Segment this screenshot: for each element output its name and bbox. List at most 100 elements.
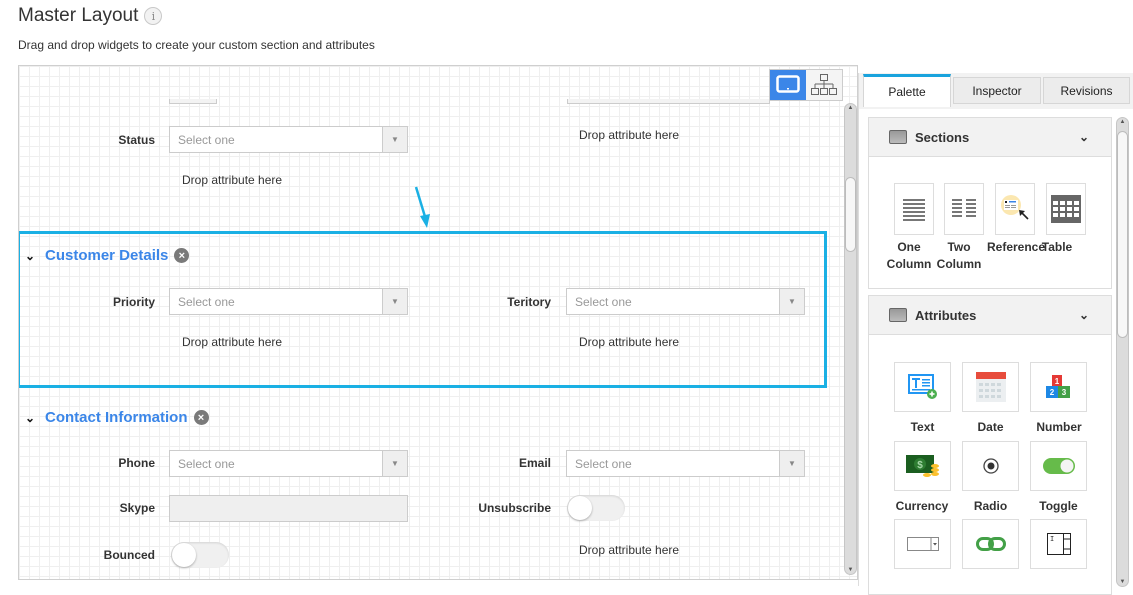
svg-text:$: $	[917, 460, 923, 471]
group-body-sections: One Column Two Column Reference Table	[868, 157, 1112, 289]
text-area-icon: I	[1046, 533, 1071, 555]
group-title: Sections	[915, 129, 970, 145]
page-subtitle: Drag and drop widgets to create your cus…	[18, 38, 375, 52]
palette-item-label: Text	[910, 420, 935, 434]
dropdown-icon	[906, 537, 939, 551]
group-header-attributes[interactable]: Attributes ⌄	[868, 295, 1112, 335]
palette-item-two-column[interactable]	[944, 183, 984, 235]
partial-field-right	[567, 99, 770, 104]
palette-scrollbar[interactable]: ▲ ▼	[1116, 117, 1129, 587]
field-label-teritory: Teritory	[507, 295, 551, 309]
phone-select-placeholder: Select one	[178, 456, 235, 471]
palette-item-number[interactable]: 123	[1030, 362, 1087, 412]
drop-zone-left[interactable]: Drop attribute here	[182, 335, 282, 349]
bounced-toggle[interactable]	[171, 542, 229, 568]
palette-item-radio[interactable]	[962, 441, 1019, 491]
desktop-view-button[interactable]	[770, 70, 806, 100]
view-mode-toggle	[769, 69, 843, 101]
status-select[interactable]: Select one ▼	[169, 126, 408, 153]
field-label-bounced: Bounced	[103, 548, 155, 562]
palette-item-text-area[interactable]: I	[1030, 519, 1087, 569]
palette-item-dropdown[interactable]	[894, 519, 951, 569]
remove-section-icon[interactable]: ×	[174, 248, 190, 263]
email-select[interactable]: Select one ▼	[566, 450, 805, 477]
chevron-down-icon: ▼	[382, 289, 407, 314]
palette-item-text[interactable]	[894, 362, 951, 412]
skype-input[interactable]	[169, 495, 408, 522]
section-header-contact-information: ⌄ Contact Information ×	[25, 409, 209, 426]
number-icon: 12 3	[1045, 375, 1070, 398]
svg-text:I: I	[1050, 536, 1054, 544]
palette-item-label: Date	[977, 420, 1004, 434]
hierarchy-view-button[interactable]	[806, 70, 842, 100]
text-field-icon	[907, 374, 937, 399]
priority-select-placeholder: Select one	[178, 294, 235, 309]
palette-item-one-column[interactable]	[894, 183, 934, 235]
chevron-down-icon: ▼	[779, 289, 804, 314]
chevron-down-icon: ▼	[382, 127, 407, 152]
chevron-down-icon[interactable]: ⌄	[1079, 130, 1089, 144]
one-column-icon	[903, 199, 925, 221]
field-label-status: Status	[118, 133, 155, 147]
drop-zone-right[interactable]: Drop attribute here	[579, 128, 679, 142]
chevron-down-icon: ▼	[779, 451, 804, 476]
calendar-icon	[975, 372, 1006, 402]
scroll-up-icon[interactable]: ▲	[845, 105, 856, 111]
tab-palette[interactable]: Palette	[863, 74, 951, 107]
palette-item-label: Number	[1036, 420, 1082, 434]
field-label-email: Email	[518, 456, 551, 470]
palette-body: Sections ⌄ One Column Two Column Reference…	[859, 109, 1133, 595]
tab-revisions[interactable]: Revisions	[1043, 77, 1130, 104]
chevron-down-icon[interactable]: ⌄	[25, 411, 39, 425]
attribute-group-icon	[889, 308, 907, 322]
toggle-icon	[1042, 458, 1075, 474]
field-label-priority: Priority	[112, 295, 155, 309]
palette-item-currency[interactable]: $	[894, 441, 951, 491]
svg-text:2: 2	[1049, 388, 1054, 397]
teritory-select[interactable]: Select one ▼	[566, 288, 805, 315]
palette-panel: Palette Inspector Revisions Sections ⌄ O…	[858, 73, 1133, 595]
group-header-sections[interactable]: Sections ⌄	[868, 117, 1112, 157]
partial-field-left	[169, 99, 217, 104]
drop-zone-left[interactable]: Drop attribute here	[182, 173, 282, 187]
table-icon	[1051, 195, 1081, 223]
monitor-icon	[776, 75, 800, 93]
chevron-down-icon[interactable]: ⌄	[25, 249, 39, 263]
section-header-customer-details: ⌄ Customer Details ×	[25, 247, 190, 264]
palette-item-label: Toggle	[1039, 499, 1078, 513]
info-icon[interactable]: i	[144, 7, 163, 25]
canvas-scrollbar[interactable]: ▲ ▼	[844, 103, 857, 575]
page-title: Master Layout i	[18, 5, 163, 27]
palette-item-table[interactable]	[1046, 183, 1086, 235]
palette-item-label: Currency	[895, 499, 949, 513]
scrollbar-thumb[interactable]	[845, 177, 856, 252]
phone-select[interactable]: Select one ▼	[169, 450, 408, 477]
svg-text:1: 1	[1054, 377, 1059, 386]
unsubscribe-toggle[interactable]	[567, 495, 625, 521]
scroll-down-icon[interactable]: ▼	[845, 567, 856, 573]
scroll-up-icon[interactable]: ▲	[1117, 119, 1128, 125]
palette-item-label: Two Column	[936, 240, 982, 271]
drop-zone-right[interactable]: Drop attribute here	[579, 335, 679, 349]
scrollbar-thumb[interactable]	[1117, 131, 1128, 338]
field-label-unsubscribe: Unsubscribe	[478, 501, 551, 515]
chevron-down-icon[interactable]: ⌄	[1079, 308, 1089, 322]
palette-item-link[interactable]	[962, 519, 1019, 569]
section-title[interactable]: Contact Information	[45, 409, 188, 426]
palette-item-reference[interactable]	[995, 183, 1035, 235]
group-title: Attributes	[915, 307, 977, 323]
radio-icon	[982, 458, 999, 474]
scroll-down-icon[interactable]: ▼	[1117, 579, 1128, 585]
section-title[interactable]: Customer Details	[45, 247, 168, 264]
palette-item-label: Table	[1041, 240, 1073, 254]
two-column-icon	[952, 199, 976, 217]
palette-item-toggle[interactable]	[1030, 441, 1087, 491]
group-body-attributes: Text Date 123 Number $ Currency Radio To…	[868, 335, 1112, 595]
drop-zone-right[interactable]: Drop attribute here	[579, 543, 679, 557]
palette-item-date[interactable]	[962, 362, 1019, 412]
tab-inspector[interactable]: Inspector	[953, 77, 1041, 104]
section-group-icon	[889, 130, 907, 144]
remove-section-icon[interactable]: ×	[193, 410, 209, 425]
priority-select[interactable]: Select one ▼	[169, 288, 408, 315]
link-icon	[975, 537, 1006, 551]
